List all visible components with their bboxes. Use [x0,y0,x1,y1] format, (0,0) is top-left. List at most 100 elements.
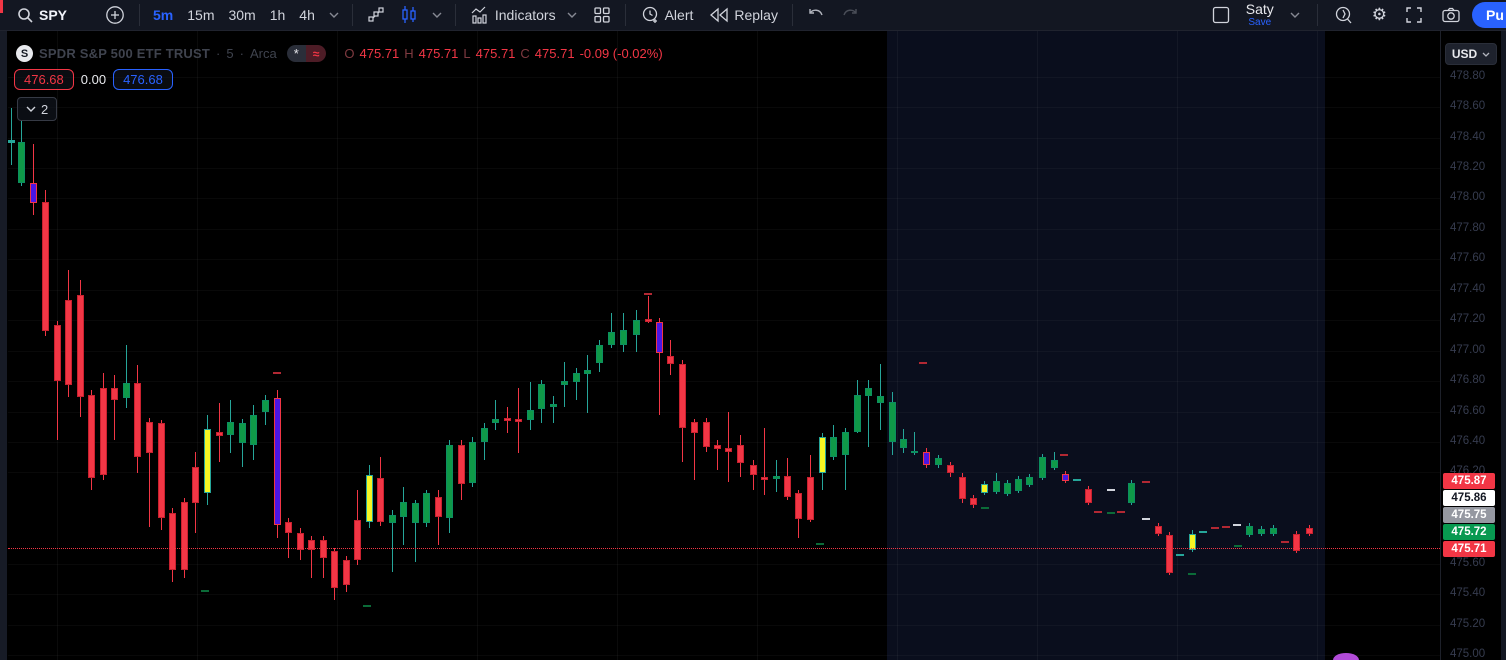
asterisk-flag-icon: * [287,45,306,62]
symbol-legend[interactable]: S SPDR S&P 500 ETF TRUST · 5 · Arca * ≈ … [16,45,663,62]
axis-tick-label: 477.00 [1450,344,1485,356]
open-label: O [344,46,354,61]
chart-style-chevron-icon[interactable] [426,12,448,18]
axis-tick-label: 476.40 [1450,435,1485,447]
axis-tick-label: 475.20 [1450,618,1485,630]
after-hours-session-region [887,31,1325,660]
layout-square-icon [1211,5,1231,25]
indicators-label: Indicators [495,7,556,23]
axis-tick-label: 476.80 [1450,374,1485,386]
fullscreen-icon [1405,6,1423,24]
search-icon [17,7,34,24]
undo-button[interactable] [800,4,832,26]
toolbar-left-group: SPY 5m 15m 30m 1h 4h [0,1,1204,29]
camera-icon [1441,6,1461,24]
indicator-collapse-button[interactable]: 2 [17,97,57,121]
currency-dropdown[interactable]: USD [1445,43,1497,65]
plus-circle-icon [105,5,125,25]
currency-label: USD [1452,47,1477,61]
undo-icon [807,8,825,22]
quick-search-button[interactable] [1327,1,1361,29]
legend-interval: 5 [226,46,233,61]
axis-tick-label: 477.80 [1450,222,1485,234]
axis-tick-label: 478.80 [1450,70,1485,82]
timeframe-4h[interactable]: 4h [293,3,321,27]
legend-dot: · [216,46,220,61]
axis-tick-label: 477.20 [1450,313,1485,325]
axis-tick-label: 477.40 [1450,283,1485,295]
settings-button[interactable]: ⚙ [1365,1,1394,29]
timeframe-30m[interactable]: 30m [222,3,261,27]
high-value: 475.71 [419,46,459,61]
chevron-down-icon [26,106,36,112]
toolbar-separator [625,4,626,26]
axis-tick-label: 478.60 [1450,100,1485,112]
chart-style-candles-button[interactable] [394,1,424,29]
timeframe-menu-chevron-icon[interactable] [323,12,345,18]
redo-button[interactable] [834,4,866,26]
price-badge-475.72: 475.72 [1443,524,1495,540]
indicators-button[interactable]: Indicators [463,2,584,29]
layout-save-label[interactable]: Save [1248,18,1271,28]
buy-sell-row: 476.68 0.00 476.68 [14,69,173,90]
layout-select-button[interactable] [1204,1,1238,29]
step-line-chart-icon [367,6,385,24]
symbol-description: SPDR S&P 500 ETF TRUST [39,46,210,61]
alert-label: Alert [665,7,694,23]
indicators-chevron-icon [567,12,577,18]
alert-button[interactable]: Alert [633,1,701,29]
previous-close-line [8,548,1440,549]
right-edge-strip [1501,31,1506,660]
toolbar-separator [352,4,353,26]
high-label: H [404,46,413,61]
redo-icon [841,8,859,22]
ohlc-readout: O475.71 H475.71 L475.71 C475.71 -0.09 (-… [344,46,662,61]
chevron-down-icon [1482,52,1490,57]
toolbar-separator [792,4,793,26]
price-badge-475.86: 475.86 [1443,490,1495,506]
alert-clock-icon [640,5,660,25]
layout-name-label: Saty [1246,2,1274,16]
indicators-icon [470,6,490,25]
timeframe-5m[interactable]: 5m [147,3,179,27]
layout-chevron-icon[interactable] [1282,12,1308,18]
axis-tick-label: 475.60 [1450,557,1485,569]
low-label: L [463,46,470,61]
price-badge-475.75: 475.75 [1443,507,1495,523]
quick-search-icon [1334,5,1354,25]
buy-price-button[interactable]: 476.68 [113,69,173,90]
legend-dot: · [240,46,244,61]
timeframe-15m[interactable]: 15m [181,3,220,27]
fullscreen-button[interactable] [1398,2,1430,28]
layout-name-button[interactable]: Saty Save [1242,0,1278,30]
replay-rewind-icon [709,7,729,23]
gear-icon: ⚙ [1372,5,1387,25]
axis-tick-label: 476.60 [1450,405,1485,417]
snapshot-button[interactable] [1434,2,1468,28]
low-value: 475.71 [476,46,516,61]
change-value: -0.09 (-0.02%) [580,46,663,61]
indicator-templates-button[interactable] [586,2,618,28]
toolbar-separator [455,4,456,26]
chart-style-line-button[interactable] [360,2,392,28]
legend-exchange: Arca [250,46,277,61]
toolbar-right-group: Saty Save ⚙ [1204,0,1506,30]
collapse-count: 2 [41,102,48,117]
left-toolbar-strip [0,31,7,660]
replay-label: Replay [734,7,778,23]
publish-button[interactable]: Pu [1472,2,1506,28]
axis-tick-label: 478.00 [1450,191,1485,203]
open-value: 475.71 [359,46,399,61]
toolbar-separator [139,4,140,26]
sell-price-button[interactable]: 476.68 [14,69,74,90]
timeframe-1h[interactable]: 1h [264,3,292,27]
replay-button[interactable]: Replay [702,3,785,27]
axis-tick-label: 478.20 [1450,161,1485,173]
compare-add-symbol-button[interactable] [98,1,132,29]
symbol-search-button[interactable]: SPY [10,3,74,28]
approx-flag-icon: ≈ [306,45,327,62]
axis-tick-label: 477.60 [1450,252,1485,264]
spread-value: 0.00 [81,72,106,87]
axis-tick-label: 475.00 [1450,648,1485,660]
data-flags-pill[interactable]: * ≈ [287,45,327,62]
